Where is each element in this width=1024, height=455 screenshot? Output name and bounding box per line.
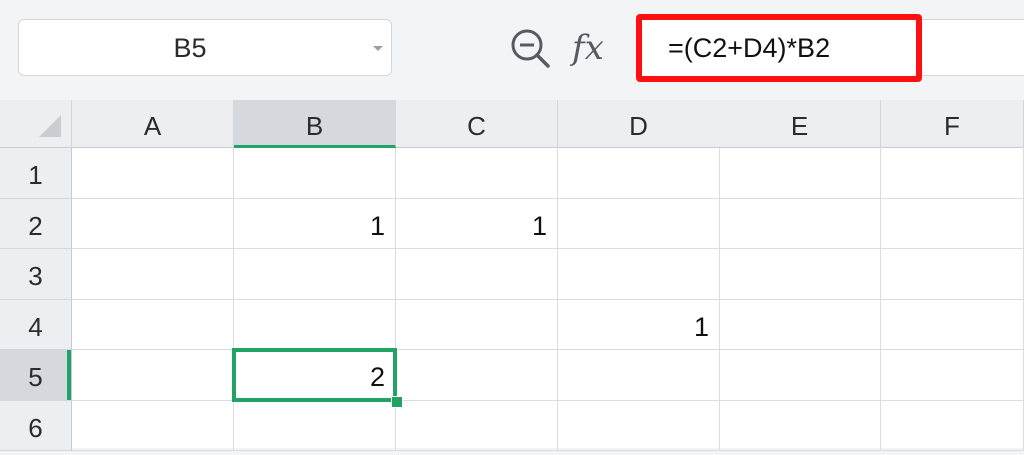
cell-b1[interactable] xyxy=(234,148,396,199)
cell-e6[interactable] xyxy=(719,400,881,451)
cell-f1[interactable] xyxy=(881,148,1024,199)
cell-f2[interactable] xyxy=(881,198,1024,249)
cell-e2[interactable] xyxy=(719,198,881,249)
cell-d5[interactable] xyxy=(558,350,720,401)
row-header-6[interactable]: 6 xyxy=(0,400,72,451)
cell-f6[interactable] xyxy=(881,400,1024,451)
row-header-1[interactable]: 1 xyxy=(0,148,72,199)
cell-d2[interactable] xyxy=(558,198,720,249)
insert-function-icon[interactable]: fx xyxy=(572,22,620,74)
cell-c2[interactable]: 1 xyxy=(396,198,558,249)
cell-c6[interactable] xyxy=(396,400,558,451)
spreadsheet-grid: ABCDEF1211341526 xyxy=(0,100,1024,451)
cell-a4[interactable] xyxy=(72,299,234,350)
column-header-b[interactable]: B xyxy=(234,100,396,148)
cell-c1[interactable] xyxy=(396,148,558,199)
row-header-3[interactable]: 3 xyxy=(0,249,72,300)
cell-c4[interactable] xyxy=(396,299,558,350)
cell-e5[interactable] xyxy=(719,350,881,401)
cell-c3[interactable] xyxy=(396,249,558,300)
cell-e3[interactable] xyxy=(719,249,881,300)
cell-c5[interactable] xyxy=(396,350,558,401)
cell-b6[interactable] xyxy=(234,400,396,451)
cell-b4[interactable] xyxy=(234,299,396,350)
column-header-f[interactable]: F xyxy=(881,100,1024,148)
chevron-down-icon[interactable] xyxy=(373,46,383,51)
cell-d6[interactable] xyxy=(558,400,720,451)
row-header-4[interactable]: 4 xyxy=(0,299,72,350)
row-header-5[interactable]: 5 xyxy=(0,350,72,401)
cell-d1[interactable] xyxy=(558,148,720,199)
column-header-c[interactable]: C xyxy=(396,100,558,148)
cell-f3[interactable] xyxy=(881,249,1024,300)
cell-b3[interactable] xyxy=(234,249,396,300)
cell-f4[interactable] xyxy=(881,299,1024,350)
cell-b2[interactable]: 1 xyxy=(234,198,396,249)
column-header-a[interactable]: A xyxy=(72,100,234,148)
select-all-icon xyxy=(39,115,61,137)
formula-input-extension[interactable] xyxy=(922,19,1024,76)
select-all-button[interactable] xyxy=(0,100,72,148)
cell-e1[interactable] xyxy=(719,148,881,199)
cell-a5[interactable] xyxy=(72,350,234,401)
formula-input[interactable]: =(C2+D4)*B2 xyxy=(636,14,922,82)
cell-a1[interactable] xyxy=(72,148,234,199)
cell-f5[interactable] xyxy=(881,350,1024,401)
column-header-e[interactable]: E xyxy=(719,100,881,148)
cell-e4[interactable] xyxy=(719,299,881,350)
fill-handle[interactable] xyxy=(391,395,403,408)
cell-a3[interactable] xyxy=(72,249,234,300)
cell-d3[interactable] xyxy=(558,249,720,300)
cell-b5[interactable]: 2 xyxy=(234,350,396,401)
name-box-value: B5 xyxy=(173,33,207,63)
cell-a6[interactable] xyxy=(72,400,234,451)
zoom-out-icon[interactable] xyxy=(508,26,554,72)
row-header-2[interactable]: 2 xyxy=(0,198,72,249)
column-header-d[interactable]: D xyxy=(558,100,720,148)
formula-toolbar: B5 fx =(C2+D4)*B2 xyxy=(0,0,1024,100)
cell-a2[interactable] xyxy=(72,198,234,249)
cell-d4[interactable]: 1 xyxy=(558,299,720,350)
name-box[interactable]: B5 xyxy=(18,19,392,76)
